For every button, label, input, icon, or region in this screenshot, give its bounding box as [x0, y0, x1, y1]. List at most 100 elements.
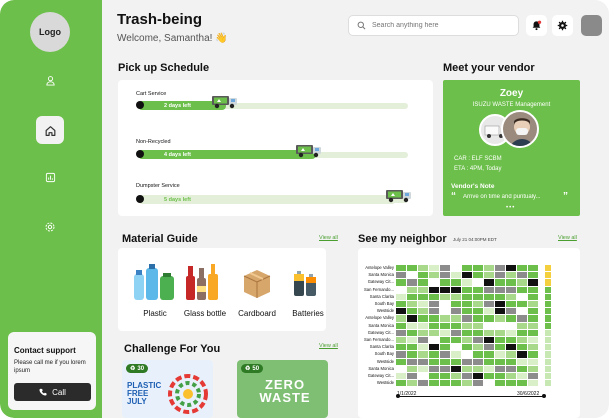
- heatmap-cell[interactable]: [462, 308, 472, 315]
- heatmap-cell[interactable]: [429, 380, 439, 387]
- heatmap-cell[interactable]: [429, 344, 439, 351]
- heatmap-cell[interactable]: [495, 373, 505, 380]
- heatmap-cell[interactable]: [440, 358, 450, 365]
- heatmap-cell[interactable]: [495, 293, 505, 300]
- heatmap-cell[interactable]: [528, 293, 538, 300]
- heatmap-cell[interactable]: [473, 322, 483, 329]
- heatmap-cell[interactable]: [407, 272, 417, 279]
- heatmap-cell[interactable]: [418, 279, 428, 286]
- heatmap-cell[interactable]: [484, 265, 494, 272]
- heatmap-cell[interactable]: [528, 344, 538, 351]
- heatmap-cell[interactable]: [495, 279, 505, 286]
- heatmap-cell[interactable]: [407, 265, 417, 272]
- heatmap-cell[interactable]: [451, 308, 461, 315]
- heatmap-cell[interactable]: [396, 358, 406, 365]
- heatmap-cell[interactable]: [484, 358, 494, 365]
- heatmap-cell[interactable]: [418, 380, 428, 387]
- heatmap-cell[interactable]: [517, 301, 527, 308]
- heatmap-cell[interactable]: [440, 293, 450, 300]
- heatmap-cell[interactable]: [440, 380, 450, 387]
- heatmap-cell[interactable]: [407, 293, 417, 300]
- heatmap-cell[interactable]: [451, 365, 461, 372]
- heatmap-cell[interactable]: [462, 272, 472, 279]
- heatmap-cell[interactable]: [418, 344, 428, 351]
- heatmap-cell[interactable]: [462, 329, 472, 336]
- heatmap-cell[interactable]: [506, 322, 516, 329]
- heatmap-cell[interactable]: [528, 286, 538, 293]
- heatmap-cell[interactable]: [429, 293, 439, 300]
- heatmap-cell[interactable]: [407, 380, 417, 387]
- heatmap-cell[interactable]: [396, 272, 406, 279]
- heatmap-cell[interactable]: [440, 322, 450, 329]
- heatmap-cell[interactable]: [407, 373, 417, 380]
- heatmap-cell[interactable]: [418, 315, 428, 322]
- heatmap-cell[interactable]: [418, 322, 428, 329]
- heatmap-cell[interactable]: [396, 373, 406, 380]
- heatmap-cell[interactable]: [473, 373, 483, 380]
- heatmap-cell[interactable]: [506, 293, 516, 300]
- heatmap-cell[interactable]: [473, 337, 483, 344]
- heatmap-cell[interactable]: [506, 358, 516, 365]
- heatmap-cell[interactable]: [462, 337, 472, 344]
- heatmap-cell[interactable]: [462, 373, 472, 380]
- heatmap-cell[interactable]: [495, 351, 505, 358]
- settings-button[interactable]: [552, 15, 573, 36]
- heatmap-cell[interactable]: [517, 293, 527, 300]
- heatmap-cell[interactable]: [506, 279, 516, 286]
- heatmap-cell[interactable]: [440, 329, 450, 336]
- heatmap-cell[interactable]: [429, 365, 439, 372]
- heatmap-cell[interactable]: [506, 365, 516, 372]
- heatmap-cell[interactable]: [517, 265, 527, 272]
- heatmap-cell[interactable]: [418, 365, 428, 372]
- heatmap-cell[interactable]: [495, 301, 505, 308]
- heatmap-cell[interactable]: [484, 279, 494, 286]
- heatmap-cell[interactable]: [484, 322, 494, 329]
- heatmap-cell[interactable]: [473, 286, 483, 293]
- heatmap-cell[interactable]: [484, 365, 494, 372]
- heatmap-cell[interactable]: [440, 337, 450, 344]
- heatmap-cell[interactable]: [451, 265, 461, 272]
- heatmap-cell[interactable]: [506, 265, 516, 272]
- heatmap-cell[interactable]: [495, 337, 505, 344]
- heatmap-cell[interactable]: [506, 329, 516, 336]
- heatmap-cell[interactable]: [429, 322, 439, 329]
- heatmap-cell[interactable]: [484, 286, 494, 293]
- heatmap-cell[interactable]: [396, 351, 406, 358]
- heatmap-cell[interactable]: [495, 329, 505, 336]
- heatmap-cell[interactable]: [396, 380, 406, 387]
- heatmap-cell[interactable]: [396, 344, 406, 351]
- heatmap-cell[interactable]: [407, 279, 417, 286]
- heatmap-cell[interactable]: [429, 301, 439, 308]
- heatmap-cell[interactable]: [484, 351, 494, 358]
- heatmap-cell[interactable]: [528, 351, 538, 358]
- heatmap-cell[interactable]: [429, 279, 439, 286]
- heatmap-cell[interactable]: [429, 329, 439, 336]
- heatmap-cell[interactable]: [528, 279, 538, 286]
- heatmap-cell[interactable]: [462, 279, 472, 286]
- avatar[interactable]: [581, 15, 602, 36]
- heatmap-cell[interactable]: [506, 344, 516, 351]
- heatmap-cell[interactable]: [495, 286, 505, 293]
- heatmap-cell[interactable]: [528, 315, 538, 322]
- carousel-dots[interactable]: •••: [506, 205, 515, 211]
- heatmap-cell[interactable]: [451, 337, 461, 344]
- heatmap-cell[interactable]: [473, 272, 483, 279]
- challenge-card[interactable]: ♻ 30 PLASTIC FREE JULY: [122, 360, 213, 418]
- heatmap-cell[interactable]: [396, 308, 406, 315]
- heatmap-cell[interactable]: [407, 344, 417, 351]
- heatmap-cell[interactable]: [528, 337, 538, 344]
- heatmap-cell[interactable]: [407, 337, 417, 344]
- battery-icon[interactable]: [290, 266, 324, 300]
- heatmap-cell[interactable]: [473, 329, 483, 336]
- heatmap-cell[interactable]: [451, 322, 461, 329]
- plastic-bottle-icon[interactable]: [132, 264, 178, 302]
- heatmap-cell[interactable]: [506, 272, 516, 279]
- heatmap-cell[interactable]: [528, 301, 538, 308]
- heatmap-cell[interactable]: [473, 308, 483, 315]
- heatmap-cell[interactable]: [517, 279, 527, 286]
- heatmap-cell[interactable]: [429, 373, 439, 380]
- heatmap-cell[interactable]: [396, 286, 406, 293]
- heatmap-cell[interactable]: [517, 286, 527, 293]
- heatmap-cell[interactable]: [517, 365, 527, 372]
- home-icon[interactable]: [36, 116, 64, 144]
